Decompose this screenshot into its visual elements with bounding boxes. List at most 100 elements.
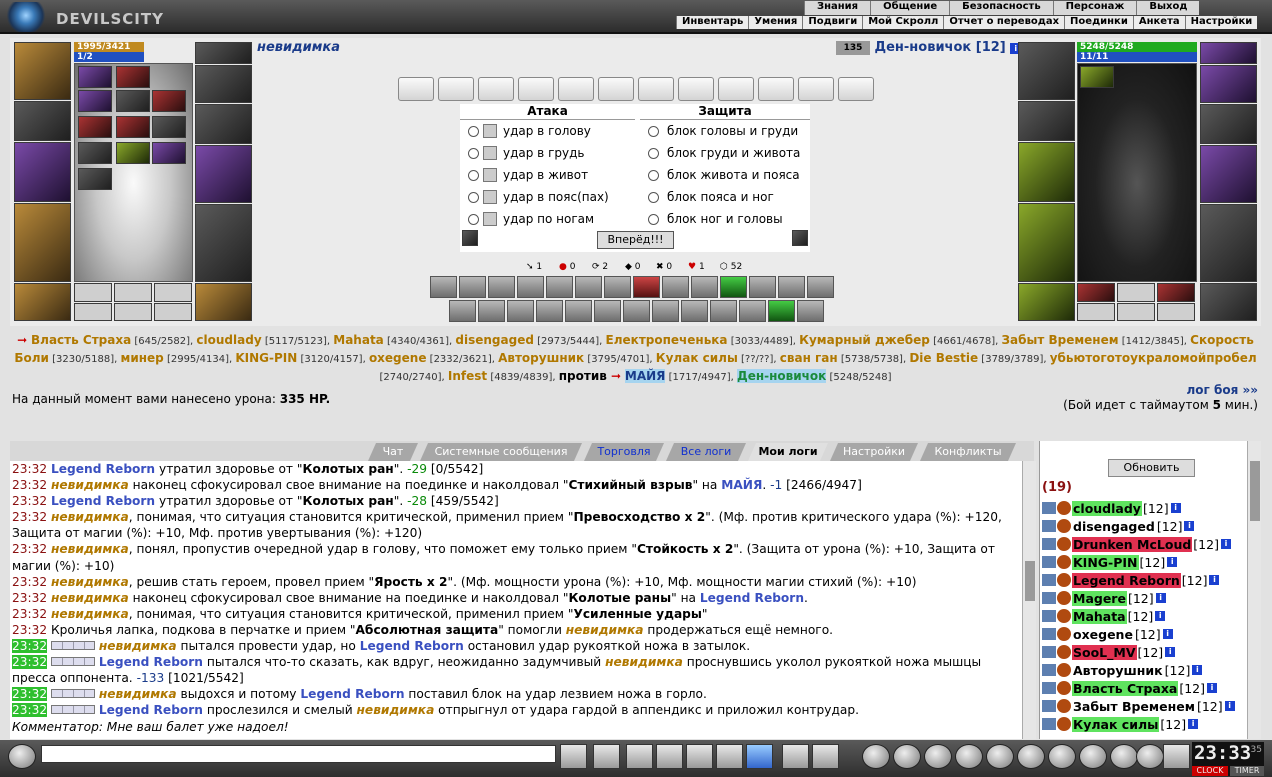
weapon-slot[interactable] xyxy=(1018,142,1075,202)
online-player[interactable]: Власть Страха [12] i xyxy=(1042,679,1217,697)
effect-icon[interactable] xyxy=(78,116,112,138)
empty-slot[interactable] xyxy=(74,283,112,302)
skill-button[interactable] xyxy=(594,300,621,322)
private-message-icon[interactable] xyxy=(1042,556,1056,568)
tab-chat[interactable]: Чат xyxy=(368,443,418,461)
offhand-slot[interactable] xyxy=(195,145,252,203)
player-link[interactable]: Legend Reborn xyxy=(51,494,155,508)
player-name[interactable]: oxegene xyxy=(1072,627,1134,642)
skill-button[interactable] xyxy=(652,300,679,322)
online-player[interactable]: Кулак силы [12] i xyxy=(1042,715,1199,733)
private-message-icon[interactable] xyxy=(1042,646,1056,658)
team-member[interactable]: Die Bestie [3789/3789], xyxy=(909,351,1049,365)
skill-button[interactable] xyxy=(517,276,544,298)
tab-trade[interactable]: Торговля xyxy=(584,443,664,461)
skill-button[interactable] xyxy=(546,276,573,298)
effect-icon[interactable] xyxy=(1080,66,1114,88)
member-name[interactable]: Die Bestie xyxy=(909,351,978,365)
skill-button[interactable] xyxy=(681,300,708,322)
info-icon[interactable]: i xyxy=(1220,539,1231,549)
private-message-icon[interactable] xyxy=(1042,700,1056,712)
armor-slot[interactable] xyxy=(1018,203,1075,282)
player-link[interactable]: Legend Reborn xyxy=(99,655,203,669)
effect-icon[interactable] xyxy=(116,116,150,138)
player-name[interactable]: KING-PIN xyxy=(1072,554,1139,570)
online-player[interactable]: disengaged [12] i xyxy=(1042,517,1195,535)
clan-icon[interactable] xyxy=(1017,744,1045,769)
player-link[interactable]: Legend Reborn xyxy=(700,591,804,605)
online-player[interactable]: Drunken McLoud [12] i xyxy=(1042,535,1231,553)
team-member[interactable]: Електропеченька [3033/4489], xyxy=(606,333,800,347)
scroll-slot[interactable] xyxy=(798,77,834,101)
player-link[interactable]: невидимка xyxy=(51,607,129,621)
scroll-slot[interactable] xyxy=(638,77,674,101)
scroll-icon[interactable] xyxy=(893,744,921,769)
helmet-icon[interactable] xyxy=(812,744,839,769)
player-link[interactable]: Legend Reborn xyxy=(51,462,155,476)
battle-log-link[interactable]: лог боя »» xyxy=(1063,383,1259,397)
scroll-slot[interactable] xyxy=(558,77,594,101)
radio[interactable] xyxy=(468,191,479,203)
player-name[interactable]: Mahata xyxy=(1072,608,1127,624)
effect-icon[interactable] xyxy=(116,142,150,164)
skill-button[interactable] xyxy=(710,300,737,322)
player-link[interactable]: невидимка xyxy=(357,703,435,717)
member-name[interactable]: Кумарный джебер xyxy=(799,333,930,347)
friends-icon[interactable] xyxy=(1079,744,1107,769)
info-icon[interactable]: i xyxy=(1224,701,1235,711)
team-member[interactable]: сван ган [5738/5738], xyxy=(780,351,910,365)
defense-option[interactable]: блок живота и пояса xyxy=(648,164,800,186)
member-name[interactable]: Кулак силы xyxy=(656,351,738,365)
scroll-slot[interactable] xyxy=(758,77,794,101)
skill-button[interactable] xyxy=(478,300,505,322)
player-name[interactable]: disengaged xyxy=(1072,519,1156,534)
attack-option[interactable]: удар в живот xyxy=(468,164,588,186)
pants-slot[interactable] xyxy=(1200,204,1257,282)
boots-slot[interactable] xyxy=(1200,283,1257,321)
radio[interactable] xyxy=(648,169,659,181)
player-link[interactable]: невидимка xyxy=(566,623,644,637)
member-name[interactable]: Забыт Временем xyxy=(1002,333,1119,347)
filter-icon[interactable] xyxy=(626,744,653,769)
chat-mode-icon[interactable] xyxy=(8,744,36,769)
boots-slot[interactable] xyxy=(195,283,252,321)
scroll-slot[interactable] xyxy=(718,77,754,101)
player-name[interactable]: Забыт Временем xyxy=(1072,699,1196,714)
attack-option[interactable]: удар в пояс(пах) xyxy=(468,186,609,208)
empty-slot[interactable] xyxy=(74,303,112,321)
team-member[interactable]: Кумарный джебер [4661/4678], xyxy=(799,333,1001,347)
player-name[interactable]: Magere xyxy=(1072,590,1127,606)
player-link[interactable]: невидимка xyxy=(51,591,129,605)
empty-slot[interactable] xyxy=(154,303,192,321)
save-icon[interactable] xyxy=(656,744,683,769)
skill-button[interactable] xyxy=(604,276,631,298)
amulet-slot[interactable] xyxy=(195,42,252,64)
info-icon[interactable]: i xyxy=(1207,683,1217,693)
tab-system-messages[interactable]: Системные сообщения xyxy=(420,443,582,461)
radio[interactable] xyxy=(468,125,479,137)
scroll-slot[interactable] xyxy=(518,77,554,101)
private-message-icon[interactable] xyxy=(1042,574,1056,586)
defense-option[interactable]: блок ног и головы xyxy=(648,208,783,230)
chat-scrollbar[interactable] xyxy=(1022,461,1036,739)
eraser-icon[interactable] xyxy=(593,744,620,769)
info-icon[interactable]: i xyxy=(1155,593,1166,603)
player-name[interactable]: Drunken McLoud xyxy=(1072,536,1193,552)
empty-slot[interactable] xyxy=(114,303,152,321)
menu-exit[interactable]: Выход xyxy=(1136,1,1200,15)
empty-slot[interactable] xyxy=(114,283,152,302)
submenu-settings[interactable]: Настройки xyxy=(1184,16,1258,29)
offhand-slot[interactable] xyxy=(1200,145,1257,203)
gold-icon[interactable] xyxy=(955,744,983,769)
member-name[interactable]: Ден-новичок xyxy=(737,369,827,383)
refresh-button[interactable]: Обновить xyxy=(1108,459,1195,477)
scroll-slot[interactable] xyxy=(838,77,874,101)
bracer-slot[interactable] xyxy=(1018,101,1075,141)
private-message-icon[interactable] xyxy=(1042,718,1056,730)
skill-button[interactable] xyxy=(449,300,476,322)
player-link[interactable]: Legend Reborn xyxy=(360,639,464,653)
effect-icon[interactable] xyxy=(78,142,112,164)
radio[interactable] xyxy=(648,191,659,203)
radio[interactable] xyxy=(648,147,659,159)
team-member[interactable]: Ден-новичок [5248/5248] xyxy=(737,369,892,383)
